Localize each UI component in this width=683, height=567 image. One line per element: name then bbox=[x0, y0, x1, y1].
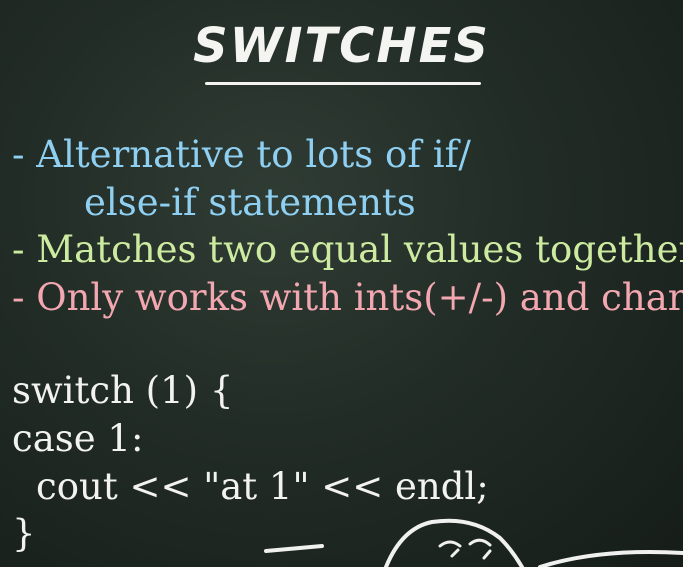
bullet-alternative: - Alternative to lots of if/ bbox=[12, 133, 471, 176]
title-underline bbox=[205, 82, 481, 85]
bullet-matches: - Matches two equal values together bbox=[12, 228, 683, 271]
code-cout-line: cout << "at 1" << endl; bbox=[36, 465, 489, 508]
code-case-line: case 1: bbox=[12, 417, 144, 460]
bullet-alternative-continued: else-if statements bbox=[84, 181, 416, 224]
code-closing-brace: } bbox=[12, 512, 36, 555]
bullet-only-works: - Only works with ints(+/-) and chars bbox=[12, 276, 683, 319]
slide-title: SWITCHES bbox=[193, 18, 490, 74]
code-switch-line: switch (1) { bbox=[12, 369, 234, 412]
chalkboard: SWITCHES - Alternative to lots of if/ el… bbox=[0, 0, 683, 567]
